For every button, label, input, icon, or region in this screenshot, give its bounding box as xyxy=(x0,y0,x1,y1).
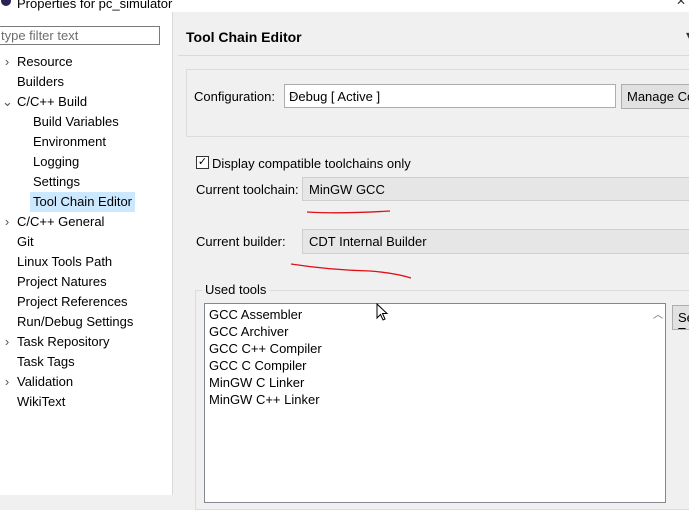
page-header: Tool Chain Editor ▾ xyxy=(173,25,689,53)
current-toolchain-select[interactable]: MinGW GCC xyxy=(302,177,689,201)
tree-item-wikitext[interactable]: WikiText xyxy=(17,392,65,412)
page-title: Tool Chain Editor xyxy=(186,29,302,45)
eclipse-logo-icon xyxy=(1,0,11,6)
tree-item-project-natures[interactable]: Project Natures xyxy=(17,272,107,292)
chevron-right-icon[interactable]: › xyxy=(2,212,12,232)
current-builder-value: CDT Internal Builder xyxy=(309,234,427,249)
tool-list-item[interactable]: GCC C++ Compiler xyxy=(209,340,322,357)
used-tools-legend: Used tools xyxy=(202,282,270,297)
tree-item-project-references[interactable]: Project References xyxy=(17,292,128,312)
compatible-toolchains-label: Display compatible toolchains only xyxy=(212,156,411,171)
tree-item-validation[interactable]: Validation xyxy=(17,372,73,392)
configuration-select[interactable]: Debug [ Active ] ⌵ xyxy=(284,84,616,108)
compatible-toolchains-checkbox[interactable]: ✓ xyxy=(196,156,209,169)
chevron-right-icon[interactable]: › xyxy=(2,332,12,352)
tree-item-c-c-build[interactable]: C/C++ Build xyxy=(17,92,87,112)
tree-item-environment[interactable]: Environment xyxy=(33,132,106,152)
configuration-label: Configuration: xyxy=(194,89,275,104)
tree-item-run-debug-settings[interactable]: Run/Debug Settings xyxy=(17,312,133,332)
tree-item-logging[interactable]: Logging xyxy=(33,152,79,172)
close-icon[interactable]: ✕ xyxy=(676,0,686,8)
scroll-up-icon[interactable]: ︿ xyxy=(653,306,663,321)
current-toolchain-label: Current toolchain: xyxy=(196,182,299,197)
window-title: Properties for pc_simulator xyxy=(17,0,173,11)
filter-input[interactable] xyxy=(0,27,156,44)
tree-item-linux-tools-path[interactable]: Linux Tools Path xyxy=(17,252,112,272)
chevron-down-icon[interactable]: ⌄ xyxy=(2,92,13,112)
tree-item-task-repository[interactable]: Task Repository xyxy=(17,332,109,352)
tree-item-task-tags[interactable]: Task Tags xyxy=(17,352,75,372)
tree-item-build-variables[interactable]: Build Variables xyxy=(33,112,119,132)
tree-item-builders[interactable]: Builders xyxy=(17,72,64,92)
select-tools-button[interactable]: Select Tools... xyxy=(672,305,689,330)
tree-item-tool-chain-editor[interactable]: Tool Chain Editor xyxy=(30,192,135,212)
manage-configurations-button[interactable]: Manage Configurations... xyxy=(621,84,689,109)
current-toolchain-value: MinGW GCC xyxy=(309,182,385,197)
mouse-cursor-icon xyxy=(376,303,389,321)
title-bar: Properties for pc_simulator ✕ xyxy=(0,0,689,12)
tool-list-item[interactable]: MinGW C Linker xyxy=(209,374,304,391)
tree-item-settings[interactable]: Settings xyxy=(33,172,80,192)
chevron-right-icon[interactable]: › xyxy=(2,52,12,72)
select-tools-label: Select Tools... xyxy=(678,310,689,329)
manage-configurations-label: Manage Configurations... xyxy=(627,89,689,104)
current-builder-label: Current builder: xyxy=(196,234,286,249)
header-divider xyxy=(178,55,689,56)
tool-list-item[interactable]: MinGW C++ Linker xyxy=(209,391,320,408)
tree-item-git[interactable]: Git xyxy=(17,232,34,252)
chevron-right-icon[interactable]: › xyxy=(2,372,12,392)
filter-field[interactable] xyxy=(0,26,160,45)
current-builder-select[interactable]: CDT Internal Builder xyxy=(302,229,689,254)
tree-item-c-c-general[interactable]: C/C++ General xyxy=(17,212,104,232)
tree-item-resource[interactable]: Resource xyxy=(17,52,73,72)
chevron-down-icon: ⌵ xyxy=(289,89,298,101)
tool-list-item[interactable]: GCC Assembler xyxy=(209,306,302,323)
tool-list-item[interactable]: GCC Archiver xyxy=(209,323,288,340)
tool-list-item[interactable]: GCC C Compiler xyxy=(209,357,307,374)
used-tools-list[interactable]: ︿ GCC Assembler GCC Archiver GCC C++ Compi… xyxy=(204,303,666,503)
